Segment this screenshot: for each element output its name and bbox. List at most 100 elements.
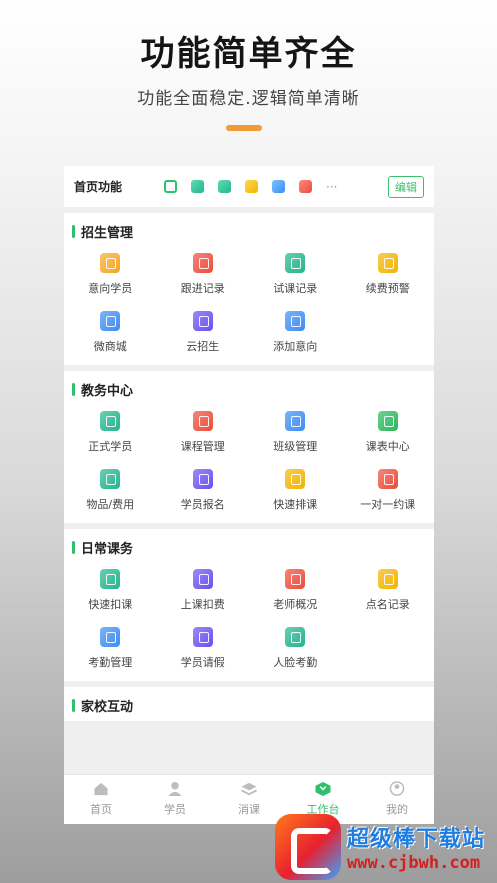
function-item[interactable]: 考勤管理: [64, 623, 157, 675]
function-item[interactable]: 添加意向: [249, 307, 342, 359]
function-label: 一对一约课: [360, 498, 416, 511]
function-item[interactable]: 老师概况: [249, 565, 342, 617]
edit-button[interactable]: 编辑: [388, 175, 424, 198]
function-item[interactable]: 正式学员: [64, 407, 157, 459]
function-item[interactable]: 物品/费用: [64, 465, 157, 517]
watermark-logo: [275, 814, 341, 880]
teal-app-icon[interactable]: [191, 180, 204, 193]
function-item[interactable]: 一对一约课: [342, 465, 435, 517]
function-icon: [285, 411, 306, 431]
section-header: 家校互动: [64, 695, 434, 715]
function-item[interactable]: 课表中心: [342, 407, 435, 459]
function-icon: [285, 253, 306, 273]
blue-app-icon[interactable]: [272, 180, 285, 193]
function-icon: [100, 627, 121, 647]
function-item[interactable]: 人脸考勤: [249, 623, 342, 675]
section-title: 家校互动: [81, 699, 134, 715]
section-title: 招生管理: [81, 225, 134, 241]
hero-accent-bar: [226, 125, 262, 131]
function-icon: [285, 627, 306, 647]
quick-function-bar: 首页功能 ··· 编辑: [64, 166, 434, 207]
function-grid: 正式学员 课程管理 班级管理 课表中心物品/费用 学员报名 快速排课 一对一约课: [64, 399, 434, 517]
function-item[interactable]: 课程管理: [157, 407, 250, 459]
function-grid: 意向学员 跟进记录 试课记录 续费预警微商城 云招生 添加意向: [64, 241, 434, 359]
hero-title: 功能简单齐全: [140, 34, 357, 74]
tab-label: 学员: [164, 803, 186, 816]
function-icon: [100, 411, 121, 431]
function-icon: [192, 311, 213, 331]
sections-container: 招生管理意向学员 跟进记录 试课记录 续费预警微商城 云招生 添加意向教务中心正式学员 课程…: [64, 213, 434, 721]
function-icon: [192, 253, 213, 273]
tab-label: 消课: [238, 803, 260, 816]
function-label: 老师概况: [273, 598, 318, 611]
function-icon: [192, 411, 213, 431]
function-label: 微商城: [93, 340, 127, 353]
teal-app-icon[interactable]: [218, 180, 231, 193]
watermark-url: www.cjbwh.com: [347, 853, 481, 873]
tab-0[interactable]: 首页: [64, 775, 138, 824]
function-icon: [377, 253, 398, 273]
function-item[interactable]: 快速扣课: [64, 565, 157, 617]
function-label: 正式学员: [88, 440, 133, 453]
red-app-icon[interactable]: [299, 180, 312, 193]
home-icon: [94, 782, 108, 796]
function-item[interactable]: 学员报名: [157, 465, 250, 517]
function-icon: [377, 469, 398, 489]
function-item[interactable]: 续费预警: [342, 249, 435, 301]
function-icon: [377, 411, 398, 431]
section-title: 教务中心: [81, 383, 134, 399]
function-label: 考勤管理: [88, 656, 133, 669]
quick-icons: ···: [164, 180, 388, 194]
function-item[interactable]: 学员请假: [157, 623, 250, 675]
function-item[interactable]: 跟进记录: [157, 249, 250, 301]
function-label: 班级管理: [273, 440, 318, 453]
function-icon: [377, 569, 398, 589]
function-label: 添加意向: [273, 340, 318, 353]
function-label: 点名记录: [365, 598, 410, 611]
function-label: 上课扣费: [180, 598, 225, 611]
function-label: 跟进记录: [180, 282, 225, 295]
function-label: 学员请假: [180, 656, 225, 669]
section-0: 招生管理意向学员 跟进记录 试课记录 续费预警微商城 云招生 添加意向: [64, 213, 434, 365]
section-title: 日常课务: [81, 541, 134, 557]
hero-subtitle: 功能全面稳定.逻辑简单清晰: [137, 89, 360, 109]
function-item[interactable]: 云招生: [157, 307, 250, 359]
profile-icon: [389, 781, 405, 796]
watermark: 超级棒下载站 www.cjbwh.com: [275, 812, 497, 882]
function-label: 试课记录: [273, 282, 318, 295]
quick-function-title: 首页功能: [74, 180, 123, 194]
function-item[interactable]: 班级管理: [249, 407, 342, 459]
function-label: 快速排课: [273, 498, 318, 511]
function-label: 物品/费用: [86, 498, 135, 511]
function-item[interactable]: 意向学员: [64, 249, 157, 301]
function-icon: [100, 311, 121, 331]
section-accent-bar: [72, 540, 75, 554]
function-item[interactable]: 快速排课: [249, 465, 342, 517]
tab-1[interactable]: 学员: [138, 775, 212, 824]
section-header: 日常课务: [64, 537, 434, 557]
function-grid: 快速扣课 上课扣费 老师概况 点名记录考勤管理 学员请假 人脸考勤: [64, 557, 434, 675]
watermark-title: 超级棒下载站: [347, 827, 486, 852]
function-icon: [285, 469, 306, 489]
function-item[interactable]: 上课扣费: [157, 565, 250, 617]
function-label: 课表中心: [365, 440, 410, 453]
function-icon: [192, 469, 213, 489]
qr-code-icon[interactable]: [164, 180, 177, 193]
function-icon: [100, 569, 121, 589]
function-label: 意向学员: [88, 282, 133, 295]
more-icon[interactable]: ···: [326, 180, 337, 194]
function-label: 云招生: [186, 340, 220, 353]
section-header: 招生管理: [64, 221, 434, 241]
yellow-app-icon[interactable]: [245, 180, 258, 193]
function-item[interactable]: 微商城: [64, 307, 157, 359]
section-accent-bar: [72, 698, 75, 712]
function-label: 学员报名: [180, 498, 225, 511]
function-icon: [285, 569, 306, 589]
section-2: 日常课务快速扣课 上课扣费 老师概况 点名记录考勤管理 学员请假 人脸考勤: [64, 529, 434, 681]
function-item[interactable]: 点名记录: [342, 565, 435, 617]
phone-screen: 首页功能 ··· 编辑 招生管理意向学员 跟进记录 试课记录 续费预警微商城 云招生 添加…: [64, 166, 434, 824]
section-accent-bar: [72, 382, 75, 396]
function-item[interactable]: 试课记录: [249, 249, 342, 301]
function-label: 课程管理: [180, 440, 225, 453]
function-label: 快速扣课: [88, 598, 133, 611]
